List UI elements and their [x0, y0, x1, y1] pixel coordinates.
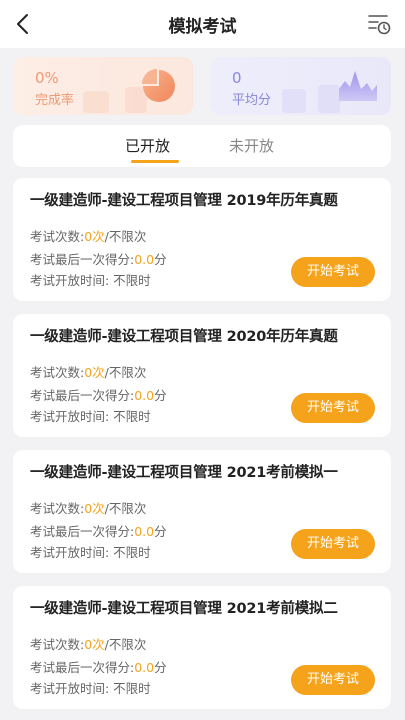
- score-unit: 分: [154, 252, 167, 267]
- exam-title: 一级建造师-建设工程项目管理 2021考前模拟二: [30, 601, 338, 617]
- exam-card: 一级建造师-建设工程项目管理 2020年历年真题 考试次数:0次/不限次 考试最…: [13, 314, 391, 437]
- attempts-suffix: /不限次: [104, 229, 147, 244]
- score-label: 考试最后一次得分:: [30, 660, 135, 675]
- completion-rate-value: 0%: [35, 69, 59, 87]
- exam-attempts: 考试次数:0次/不限次: [30, 362, 146, 381]
- score-label: 考试最后一次得分:: [30, 252, 135, 267]
- list-clock-icon[interactable]: [367, 12, 391, 36]
- page-title: 模拟考试: [168, 17, 237, 37]
- completion-rate-label: 完成率: [35, 93, 75, 108]
- exam-card: 一级建造师-建设工程项目管理 2021考前模拟二 考试次数:0次/不限次 考试最…: [13, 586, 391, 709]
- exam-card: 一级建造师-建设工程项目管理 2019年历年真题 考试次数:0次/不限次 考试最…: [13, 178, 391, 301]
- attempts-label: 考试次数:: [30, 229, 85, 244]
- exam-open-time: 考试开放时间: 不限时: [30, 681, 151, 696]
- start-exam-button[interactable]: 开始考试: [291, 529, 375, 559]
- decor-block: [282, 89, 306, 113]
- exam-status-tabs: 已开放 未开放: [13, 125, 391, 167]
- average-score-card: 0 平均分: [210, 57, 391, 115]
- score-unit: 分: [154, 660, 167, 675]
- exam-attempts: 考试次数:0次/不限次: [30, 226, 146, 245]
- score-value: 0.0: [134, 524, 155, 539]
- exam-title: 一级建造师-建设工程项目管理 2020年历年真题: [30, 329, 338, 345]
- exam-open-time: 考试开放时间: 不限时: [30, 273, 151, 288]
- attempts-value: 0次: [84, 229, 105, 244]
- exam-open-time: 考试开放时间: 不限时: [30, 545, 151, 560]
- exam-attempts: 考试次数:0次/不限次: [30, 498, 146, 517]
- score-label: 考试最后一次得分:: [30, 524, 135, 539]
- exam-title: 一级建造师-建设工程项目管理 2021考前模拟一: [30, 465, 338, 481]
- start-exam-button[interactable]: 开始考试: [291, 393, 375, 423]
- attempts-label: 考试次数:: [30, 501, 85, 516]
- score-unit: 分: [154, 524, 167, 539]
- exam-last-score: 考试最后一次得分:0.0分: [30, 657, 167, 676]
- pie-chart-icon: [142, 69, 175, 102]
- exam-last-score: 考试最后一次得分:0.0分: [30, 521, 167, 540]
- tab-not-open[interactable]: 未开放: [229, 135, 274, 156]
- score-value: 0.0: [134, 388, 155, 403]
- attempts-suffix: /不限次: [104, 501, 147, 516]
- start-exam-button[interactable]: 开始考试: [291, 257, 375, 287]
- score-value: 0.0: [134, 252, 155, 267]
- exam-title: 一级建造师-建设工程项目管理 2019年历年真题: [30, 193, 338, 209]
- exam-last-score: 考试最后一次得分:0.0分: [30, 385, 167, 404]
- area-chart-icon: [339, 71, 377, 101]
- attempts-label: 考试次数:: [30, 637, 85, 652]
- attempts-label: 考试次数:: [30, 365, 85, 380]
- average-score-label: 平均分: [232, 93, 272, 108]
- top-nav-bar: 模拟考试: [0, 0, 405, 48]
- attempts-value: 0次: [84, 637, 105, 652]
- attempts-value: 0次: [84, 501, 105, 516]
- exam-open-time: 考试开放时间: 不限时: [30, 409, 151, 424]
- start-exam-button[interactable]: 开始考试: [291, 665, 375, 695]
- completion-rate-card: 0% 完成率: [13, 57, 193, 115]
- exam-last-score: 考试最后一次得分:0.0分: [30, 249, 167, 268]
- score-value: 0.0: [134, 660, 155, 675]
- score-label: 考试最后一次得分:: [30, 388, 135, 403]
- active-tab-indicator: [131, 160, 179, 163]
- attempts-value: 0次: [84, 365, 105, 380]
- score-unit: 分: [154, 388, 167, 403]
- exam-attempts: 考试次数:0次/不限次: [30, 634, 146, 653]
- decor-block: [83, 91, 109, 113]
- attempts-suffix: /不限次: [104, 637, 147, 652]
- attempts-suffix: /不限次: [104, 365, 147, 380]
- average-score-value: 0: [232, 69, 242, 87]
- tab-open[interactable]: 已开放: [125, 135, 170, 156]
- exam-card: 一级建造师-建设工程项目管理 2021考前模拟一 考试次数:0次/不限次 考试最…: [13, 450, 391, 573]
